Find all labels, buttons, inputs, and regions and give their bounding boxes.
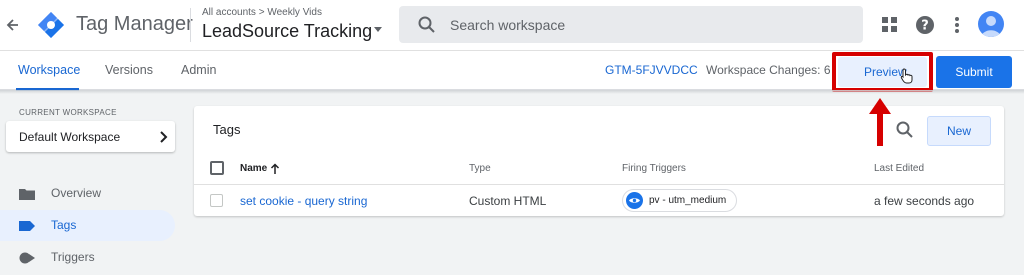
avatar[interactable] bbox=[978, 11, 1004, 37]
row-checkbox[interactable] bbox=[210, 194, 223, 207]
tab-workspace[interactable]: Workspace bbox=[18, 63, 80, 77]
help-icon[interactable]: ? bbox=[914, 14, 936, 36]
sidebar-item-label: Overview bbox=[51, 186, 102, 200]
trigger-icon bbox=[18, 251, 36, 265]
workspace-toolbar: Workspace Versions Admin GTM-5FJVVDCC Wo… bbox=[0, 50, 1024, 92]
hand-cursor-icon bbox=[900, 68, 914, 84]
column-header-firing-triggers: Firing Triggers bbox=[622, 163, 686, 174]
search-bar[interactable]: Search workspace bbox=[399, 6, 863, 43]
sidebar-item-label: Tags bbox=[51, 218, 77, 232]
submit-button[interactable]: Submit bbox=[936, 56, 1012, 88]
eye-icon bbox=[626, 192, 643, 209]
back-arrow-icon[interactable] bbox=[6, 16, 20, 34]
select-all-checkbox[interactable] bbox=[210, 161, 224, 175]
last-edited-value: a few seconds ago bbox=[874, 194, 975, 208]
sidebar-item-triggers[interactable]: Triggers bbox=[0, 242, 175, 273]
red-highlight-box bbox=[832, 52, 933, 92]
search-input[interactable]: Search workspace bbox=[450, 17, 565, 33]
sidebar-item-label: Triggers bbox=[51, 250, 95, 264]
chevron-right-icon bbox=[159, 130, 169, 143]
app-title: Tag Manager bbox=[76, 13, 193, 35]
red-arrow-annotation bbox=[867, 96, 893, 148]
search-icon[interactable] bbox=[895, 120, 915, 140]
more-vert-icon[interactable] bbox=[946, 14, 968, 36]
sidebar-item-overview[interactable]: Overview bbox=[0, 178, 175, 209]
breadcrumb[interactable]: All accounts > Weekly Vids bbox=[202, 7, 322, 18]
tag-icon bbox=[18, 219, 36, 233]
container-name[interactable]: LeadSource Tracking bbox=[202, 21, 372, 42]
tag-type: Custom HTML bbox=[469, 194, 547, 208]
trigger-chip[interactable]: pv - utm_medium bbox=[622, 189, 737, 212]
apps-grid-icon[interactable] bbox=[879, 14, 901, 36]
sort-up-arrow-icon[interactable] bbox=[270, 162, 280, 174]
tab-versions[interactable]: Versions bbox=[105, 63, 153, 77]
tag-manager-logo-icon bbox=[36, 10, 66, 40]
new-tag-button[interactable]: New bbox=[927, 116, 991, 146]
folder-icon bbox=[18, 187, 36, 201]
top-app-bar: Tag Manager All accounts > Weekly Vids L… bbox=[0, 0, 1024, 50]
tag-name-link[interactable]: set cookie - query string bbox=[240, 194, 367, 208]
workspace-selector[interactable]: Default Workspace bbox=[6, 121, 175, 152]
workspace-name: Default Workspace bbox=[19, 130, 121, 144]
toolbar-shadow bbox=[0, 90, 1024, 94]
svg-text:?: ? bbox=[921, 19, 929, 34]
tab-admin[interactable]: Admin bbox=[181, 63, 216, 77]
card-title: Tags bbox=[213, 122, 241, 137]
workspace-changes-count: Workspace Changes: 6 bbox=[706, 63, 831, 77]
search-icon bbox=[417, 15, 437, 35]
container-id[interactable]: GTM-5FJVVDCC bbox=[605, 63, 698, 77]
column-header-name[interactable]: Name bbox=[240, 163, 267, 174]
current-workspace-label: CURRENT WORKSPACE bbox=[19, 108, 117, 117]
caret-down-icon[interactable] bbox=[374, 27, 382, 32]
divider bbox=[194, 184, 1004, 185]
trigger-name: pv - utm_medium bbox=[649, 195, 727, 206]
column-header-type[interactable]: Type bbox=[469, 163, 491, 174]
divider bbox=[190, 8, 191, 42]
sidebar-item-tags[interactable]: Tags bbox=[0, 210, 175, 241]
column-header-last-edited[interactable]: Last Edited bbox=[874, 163, 924, 174]
